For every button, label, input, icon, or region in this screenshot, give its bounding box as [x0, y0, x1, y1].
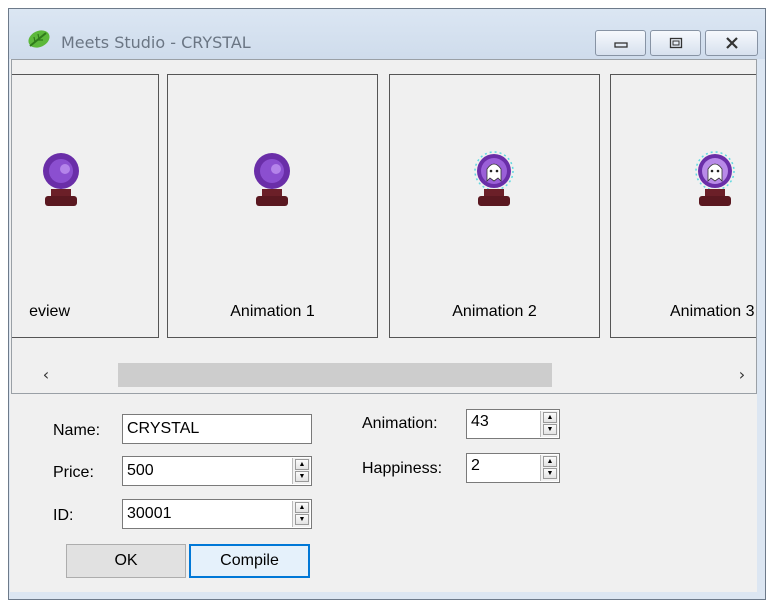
animation-3-card[interactable]: Animation 3 — [610, 74, 756, 338]
app-window: Meets Studio - CRYSTAL eview Animation 1… — [8, 8, 766, 600]
animation-gallery: eview Animation 1 Animation 2 Animation … — [11, 59, 757, 394]
client-area: eview Animation 1 Animation 2 Animation … — [10, 59, 757, 592]
maximize-icon — [669, 37, 682, 49]
id-stepper[interactable]: 30001 ▲ ▼ — [122, 499, 312, 529]
spin-up-icon[interactable]: ▲ — [295, 459, 309, 470]
leaf-icon — [28, 30, 50, 48]
happiness-spin[interactable]: ▲ ▼ — [540, 455, 558, 481]
minimize-icon — [613, 42, 628, 48]
crystal-ball-ghost-icon — [474, 151, 514, 206]
card-label: Animation 1 — [230, 303, 315, 320]
price-value: 500 — [127, 462, 154, 479]
price-spin[interactable]: ▲ ▼ — [292, 458, 310, 484]
animation-stepper[interactable]: 43 ▲ ▼ — [466, 409, 560, 439]
happiness-stepper[interactable]: 2 ▲ ▼ — [466, 453, 560, 483]
scroll-thumb[interactable] — [118, 363, 552, 387]
horizontal-scrollbar[interactable]: ‹ › — [12, 357, 756, 391]
spin-down-icon[interactable]: ▼ — [295, 514, 309, 525]
maximize-button[interactable] — [650, 30, 701, 56]
scroll-left-icon[interactable]: ‹ — [36, 365, 56, 385]
spin-up-icon[interactable]: ▲ — [543, 456, 557, 467]
crystal-ball-purple-icon — [254, 153, 290, 206]
animation-spin[interactable]: ▲ ▼ — [540, 411, 558, 437]
window-title: Meets Studio - CRYSTAL — [61, 33, 251, 52]
animation-label: Animation: — [362, 415, 438, 432]
price-label: Price: — [53, 464, 94, 481]
price-stepper[interactable]: 500 ▲ ▼ — [122, 456, 312, 486]
happiness-value: 2 — [471, 457, 480, 474]
card-label: Animation 2 — [452, 303, 537, 320]
scroll-right-icon[interactable]: › — [732, 365, 752, 385]
close-button[interactable] — [705, 30, 758, 56]
spin-up-icon[interactable]: ▲ — [295, 502, 309, 513]
minimize-button[interactable] — [595, 30, 646, 56]
crystal-ball-ghost-icon — [695, 151, 735, 206]
close-icon — [725, 37, 738, 49]
name-field[interactable]: CRYSTAL — [122, 414, 312, 444]
preview-card[interactable]: eview — [12, 74, 159, 338]
spin-down-icon[interactable]: ▼ — [543, 468, 557, 479]
name-label: Name: — [53, 422, 101, 439]
animation-2-card[interactable]: Animation 2 — [389, 74, 600, 338]
title-bar[interactable]: Meets Studio - CRYSTAL — [9, 9, 765, 59]
animation-strip: eview Animation 1 Animation 2 Animation … — [12, 60, 756, 350]
crystal-ball-purple-icon — [43, 153, 79, 206]
ok-button[interactable]: OK — [66, 544, 186, 578]
id-spin[interactable]: ▲ ▼ — [292, 501, 310, 527]
animation-1-card[interactable]: Animation 1 — [167, 74, 378, 338]
card-label: Animation 3 — [670, 303, 755, 320]
spin-down-icon[interactable]: ▼ — [543, 424, 557, 435]
spin-down-icon[interactable]: ▼ — [295, 471, 309, 482]
id-value: 30001 — [127, 505, 172, 522]
card-label: eview — [29, 303, 70, 320]
compile-button[interactable]: Compile — [189, 544, 310, 578]
spin-up-icon[interactable]: ▲ — [543, 412, 557, 423]
animation-value: 43 — [471, 413, 489, 430]
id-label: ID: — [53, 507, 74, 524]
happiness-label: Happiness: — [362, 460, 443, 477]
